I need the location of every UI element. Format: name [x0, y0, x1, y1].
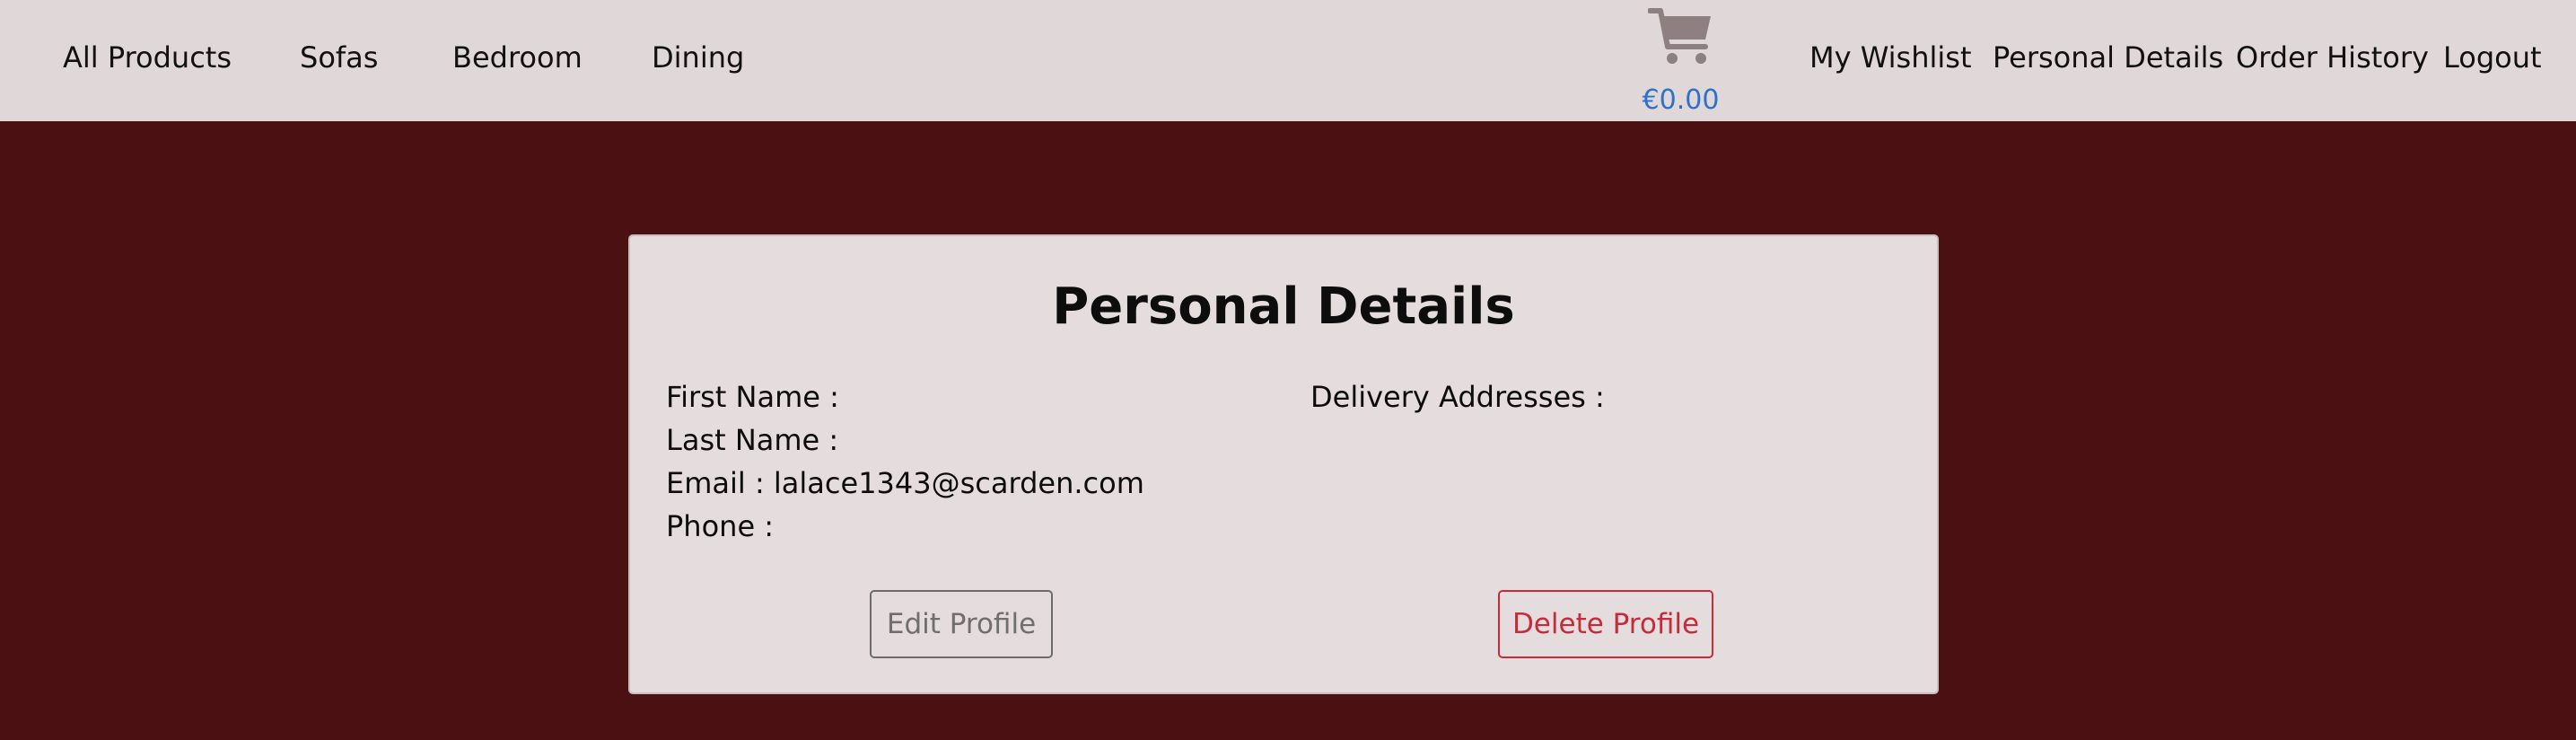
- shopping-cart-icon: [1648, 8, 1711, 64]
- delivery-addresses-label: Delivery Addresses :: [1310, 380, 1605, 414]
- nav-link-personal-details[interactable]: Personal Details: [1993, 40, 2223, 75]
- nav-link-all-products[interactable]: All Products: [63, 40, 232, 75]
- nav-link-sofas[interactable]: Sofas: [300, 40, 378, 75]
- edit-profile-button[interactable]: Edit Profile: [870, 590, 1053, 658]
- top-navbar: All Products Sofas Bedroom Dining €0.00 …: [0, 0, 2576, 121]
- nav-link-my-wishlist[interactable]: My Wishlist: [1809, 40, 1972, 75]
- email-value: Email : lalace1343@scarden.com: [666, 466, 1144, 500]
- page-title: Personal Details: [1052, 278, 1515, 336]
- delete-profile-button[interactable]: Delete Profile: [1498, 590, 1713, 658]
- personal-details-card: Personal Details First Name : Last Name …: [628, 234, 1939, 694]
- cart-button[interactable]: €0.00: [1638, 4, 1723, 120]
- last-name-label: Last Name :: [666, 423, 839, 457]
- nav-link-bedroom[interactable]: Bedroom: [452, 40, 583, 75]
- nav-link-logout[interactable]: Logout: [2443, 40, 2542, 75]
- nav-link-dining[interactable]: Dining: [652, 40, 744, 75]
- cart-total: €0.00: [1642, 84, 1720, 116]
- first-name-label: First Name :: [666, 380, 839, 414]
- nav-link-order-history[interactable]: Order History: [2236, 40, 2429, 75]
- phone-label: Phone :: [666, 509, 775, 543]
